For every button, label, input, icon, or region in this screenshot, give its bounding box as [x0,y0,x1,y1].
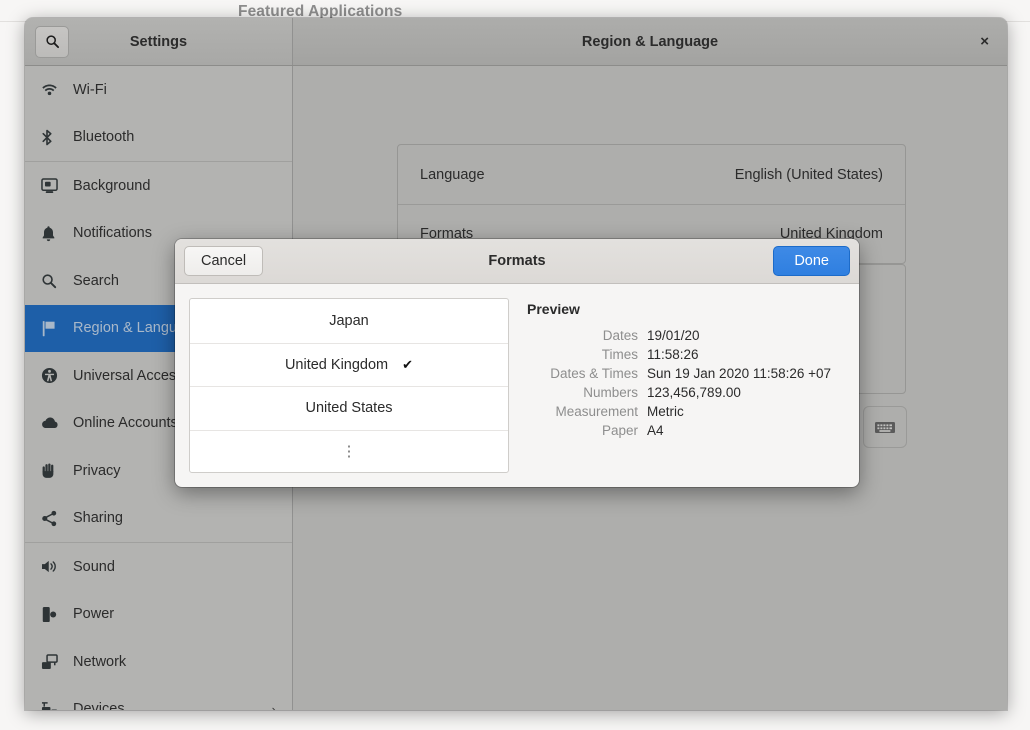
keyboard-icon [875,421,895,433]
preview-row-dates-and-times: Dates & Times Sun 19 Jan 2020 11:58:26 +… [527,366,845,381]
bluetooth-icon [41,129,67,146]
wifi-icon [41,82,67,97]
sidebar-item-label: Online Accounts [73,415,178,432]
sidebar-item-devices[interactable]: Devices › [25,686,292,710]
search-button[interactable] [35,25,69,58]
preview-key: Dates & Times [550,366,638,381]
sidebar-item-label: Notifications [73,225,152,242]
preview-key: Times [601,347,638,362]
sidebar-item-sharing[interactable]: Sharing [25,495,292,543]
sidebar-item-label: Network [73,653,127,670]
preview-value: A4 [647,423,664,438]
sidebar-item-label: Search [73,272,119,289]
share-icon [41,510,67,527]
bell-icon [41,225,67,242]
preview-title: Preview [527,301,580,317]
sidebar-item-wi-fi[interactable]: Wi-Fi [25,66,292,114]
formats-list[interactable]: Japan United Kingdom ✔ United States ⋮ [189,298,509,473]
sidebar-item-label: Privacy [73,462,121,479]
sidebar-item-label: Universal Access [73,367,184,384]
network-icon [41,653,67,670]
background-icon [41,177,67,194]
search-icon [41,273,67,289]
preview-row-measurement: Measurement Metric [527,404,845,419]
list-item-label: Japan [329,312,369,329]
row-language[interactable]: Language English (United States) [398,145,905,204]
sidebar-headerbar: Settings [25,18,293,65]
sidebar-item-label: Power [73,606,115,623]
sidebar-item-sound[interactable]: Sound [25,543,292,591]
preview-panel: Preview Dates 19/01/20 Times 11:58:26 Da… [527,298,845,473]
row-label: Language [420,166,485,183]
list-item-united-kingdom[interactable]: United Kingdom ✔ [190,342,508,387]
more-vertical-icon: ⋮ [341,442,357,460]
done-button[interactable]: Done [773,246,850,276]
sidebar-group-3: Sound Power Network Devices › [25,543,292,710]
list-item-label: United Kingdom [284,356,389,373]
formats-dialog: Cancel Formats Done Japan United Kingdom… [175,239,859,487]
sidebar-group-1: Wi-Fi Bluetooth [25,66,292,161]
dialog-headerbar: Cancel Formats Done [175,239,859,284]
dialog-title: Formats [488,253,546,269]
check-icon: ✔ [402,356,414,372]
sidebar-item-label: Devices [73,701,125,710]
preview-value: 19/01/20 [647,328,700,343]
preview-key: Measurement [555,404,638,419]
sidebar-item-label: Background [73,177,151,194]
speaker-icon [41,559,67,574]
accessibility-icon [41,367,67,384]
dialog-body: Japan United Kingdom ✔ United States ⋮ P… [175,284,859,487]
list-item-more[interactable]: ⋮ [190,429,508,473]
sidebar-item-label: Bluetooth [73,129,135,146]
sidebar-item-label: Wi-Fi [73,81,107,98]
list-item-japan[interactable]: Japan [190,299,508,343]
page-title: Region & Language [581,33,719,50]
devices-icon [41,701,67,710]
preview-row-numbers: Numbers 123,456,789.00 [527,385,845,400]
sidebar-item-network[interactable]: Network [25,638,292,686]
preview-key: Numbers [583,385,638,400]
sidebar-item-label: Sharing [73,510,123,527]
window-headerbar: Settings Region & Language × [25,18,1007,66]
preview-row-times: Times 11:58:26 [527,347,845,362]
power-icon [41,606,67,623]
list-item-united-states[interactable]: United States [190,386,508,430]
row-value: English (United States) [734,166,883,183]
list-item-label: United States [305,400,393,417]
preview-value: 123,456,789.00 [647,385,741,400]
content-headerbar: Region & Language × [293,18,1007,65]
preview-row-paper: Paper A4 [527,423,845,438]
search-icon [45,35,59,49]
sidebar-item-background[interactable]: Background [25,162,292,210]
flag-icon [41,320,67,337]
close-icon[interactable]: × [980,34,989,49]
preview-key: Dates [602,328,638,343]
cancel-button[interactable]: Cancel [184,246,264,276]
sidebar-item-label: Sound [73,558,115,575]
cloud-icon [41,416,67,430]
keyboard-shortcuts-button[interactable] [863,406,907,448]
preview-value: Metric [647,404,684,419]
chevron-right-icon: › [271,701,276,710]
preview-key: Paper [601,423,638,438]
hand-icon [41,462,67,479]
sidebar-item-power[interactable]: Power [25,591,292,639]
preview-row-dates: Dates 19/01/20 [527,328,845,343]
sidebar-item-bluetooth[interactable]: Bluetooth [25,114,292,162]
preview-value: Sun 19 Jan 2020 11:58:26 +07 [647,366,832,381]
preview-value: 11:58:26 [647,347,699,362]
